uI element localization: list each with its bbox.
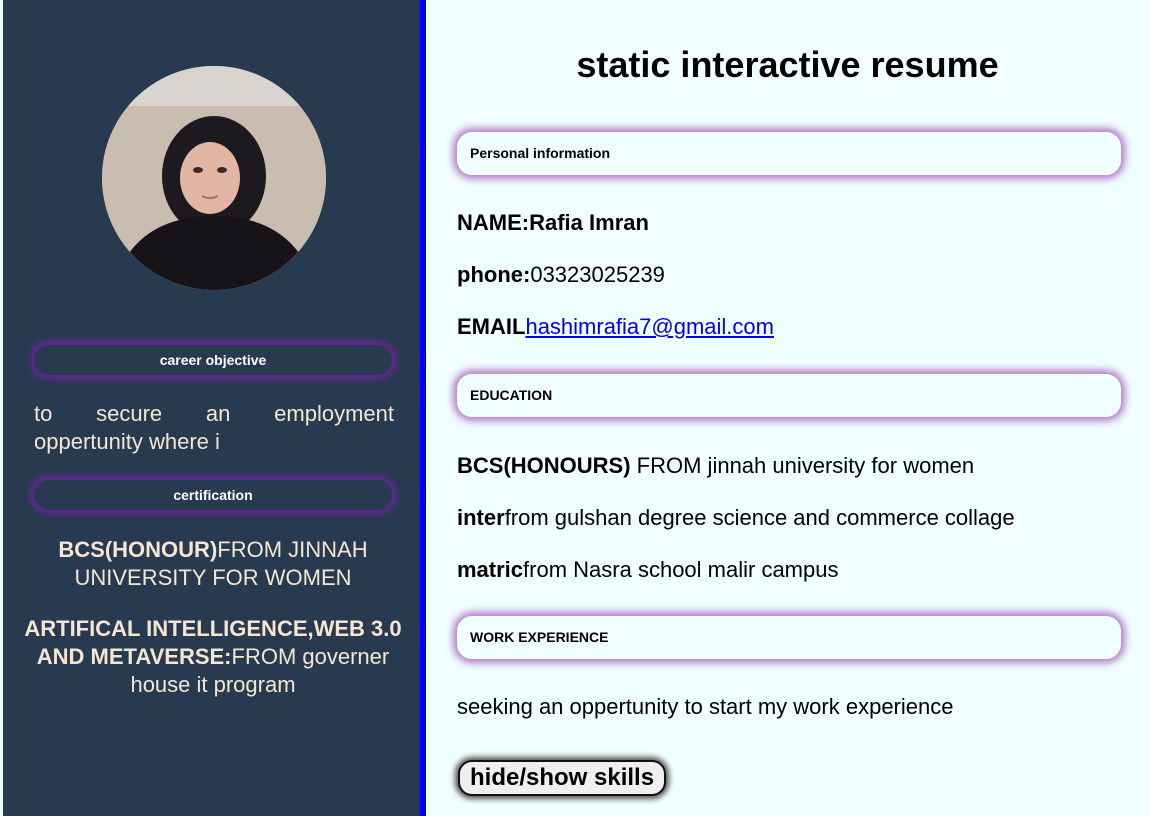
name-label: NAME: xyxy=(457,210,530,235)
phone-field: phone:03323025239 xyxy=(457,262,665,288)
career-objective-heading: career objective xyxy=(34,345,392,375)
education-institution: from gulshan degree science and commerce… xyxy=(504,505,1015,530)
education-item: interfrom gulshan degree science and com… xyxy=(457,505,1015,531)
phone-label: phone: xyxy=(457,262,531,287)
email-link[interactable]: hashimrafia7@gmail.com xyxy=(525,314,774,339)
work-experience-text: seeking an oppertunity to start my work … xyxy=(457,694,954,719)
email-label: EMAIL xyxy=(457,314,526,339)
education-item: BCS(HONOURS) FROM jinnah university for … xyxy=(457,453,974,479)
profile-photo-image xyxy=(102,66,326,290)
work-experience-heading: WORK EXPERIENCE xyxy=(457,616,1121,659)
sidebar: career objective to secure an employment… xyxy=(3,0,420,816)
education-institution: from Nasra school malir campus xyxy=(523,557,839,582)
personal-info-heading: Personal information xyxy=(457,132,1121,175)
certification-item: ARTIFICAL INTELLIGENCE,WEB 3.0 AND METAV… xyxy=(23,615,403,699)
profile-photo xyxy=(102,66,326,290)
name-field: NAME:Rafia Imran xyxy=(457,210,649,236)
career-objective-text: to secure an employment oppertunity wher… xyxy=(34,401,394,454)
page-title: static interactive resume xyxy=(576,44,999,85)
main-content: static interactive resume Personal infor… xyxy=(426,0,1149,816)
education-item: matricfrom Nasra school malir campus xyxy=(457,557,838,583)
education-degree: inter xyxy=(457,505,505,530)
name-value: Rafia Imran xyxy=(529,210,649,235)
education-heading: EDUCATION xyxy=(457,374,1121,417)
education-institution: FROM jinnah university for women xyxy=(630,453,975,478)
toggle-skills-button[interactable]: hide/show skills xyxy=(458,760,667,796)
email-field: EMAILhashimrafia7@gmail.com xyxy=(457,314,774,340)
education-degree: BCS(HONOURS) xyxy=(457,453,631,478)
phone-value: 03323025239 xyxy=(530,262,665,287)
certification-title: BCS(HONOUR) xyxy=(58,537,218,562)
education-degree: matric xyxy=(457,557,524,582)
certification-heading: certification xyxy=(34,480,392,510)
certification-item: BCS(HONOUR)FROM JINNAH UNIVERSITY FOR WO… xyxy=(23,536,403,592)
